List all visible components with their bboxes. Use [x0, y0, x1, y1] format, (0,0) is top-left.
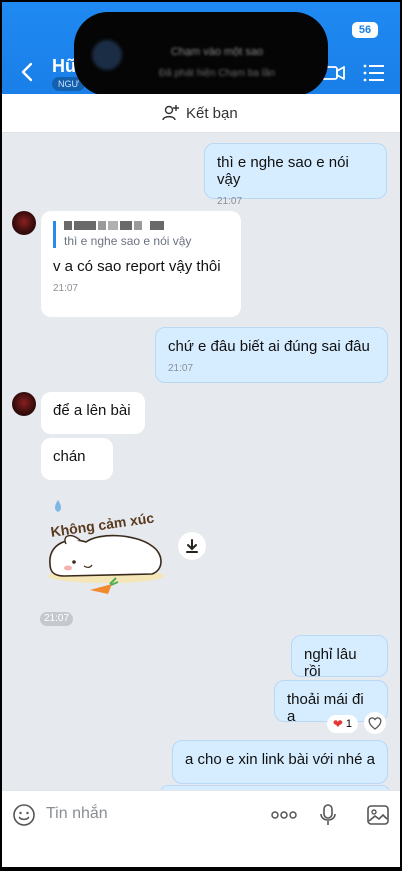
message-text: v a có sao report vậy thôi — [53, 258, 221, 275]
message-bubble-received[interactable]: để a lên bài — [41, 392, 145, 434]
message-input[interactable]: Tin nhắn — [46, 805, 108, 823]
react-button[interactable] — [364, 712, 386, 734]
message-bubble-sent[interactable]: thì e nghe sao e nói vậy 21:07 — [204, 143, 387, 207]
message-time: 21:07 — [168, 363, 194, 374]
message-time: 21:07 — [53, 283, 79, 294]
add-friend-label: Kết bạn — [186, 104, 238, 122]
message-text: chứ e đâu biết ai đúng sai đâu — [168, 338, 370, 355]
emoji-icon[interactable] — [12, 803, 36, 827]
notification-icon — [92, 40, 122, 70]
heart-outline-icon — [368, 717, 382, 730]
microphone-icon[interactable] — [318, 803, 338, 827]
battery-badge: 56 — [352, 22, 378, 38]
contact-avatar[interactable] — [12, 211, 36, 235]
message-text: a cho e xin link bài với nhé a — [185, 751, 375, 768]
download-icon — [186, 539, 198, 553]
sticker-caption: Không cảm xúc — [50, 509, 156, 539]
message-text: để a lên bài — [53, 402, 131, 419]
menu-list-icon[interactable] — [362, 62, 386, 84]
add-friend-icon — [162, 105, 179, 121]
reaction-count: 1 — [345, 718, 352, 730]
heart-reaction-icon: ❤ — [332, 717, 343, 731]
message-input-bar: Tin nhắn — [2, 790, 400, 839]
home-indicator-area — [2, 838, 400, 867]
notification-title: Chạm vào một sao — [170, 46, 264, 58]
message-bubble-sent[interactable]: chứ e đâu biết ai đúng sai đâu 21:07 — [155, 327, 388, 383]
back-arrow-icon[interactable] — [16, 60, 40, 84]
message-text: chán — [53, 448, 86, 465]
message-text: thì e nghe sao e nói vậy — [217, 154, 349, 188]
add-friend-bar[interactable]: Kết bạn — [2, 94, 400, 133]
redacted-sender — [64, 221, 229, 230]
message-bubble-sent[interactable]: nghỉ lâu rồi — [291, 635, 388, 680]
chat-screen: 56 Hữ NGƯ Chạm vào một sao Đã phát hiện … — [2, 2, 400, 867]
notification-banner[interactable]: Chạm vào một sao Đã phát hiện Chạm ba lầ… — [74, 12, 328, 96]
more-options-icon[interactable] — [270, 805, 298, 825]
quoted-message[interactable]: thì e nghe sao e nói vậy — [53, 221, 229, 248]
image-gallery-icon[interactable] — [366, 803, 390, 827]
quoted-text: thì e nghe sao e nói vậy — [64, 234, 192, 248]
message-bubble-received[interactable]: chán — [41, 438, 113, 480]
reaction-badge[interactable]: ❤ 1 — [326, 715, 358, 733]
sticker-bunny[interactable]: Không cảm xúc — [40, 492, 170, 602]
message-bubble-received[interactable]: thì e nghe sao e nói vậy v a có sao repo… — [41, 211, 241, 317]
message-text: nghỉ lâu rồi — [304, 646, 357, 680]
message-time: 21:07 — [217, 196, 243, 207]
download-button[interactable] — [178, 532, 206, 560]
notification-subtitle: Đã phát hiện Chạm ba lần — [158, 68, 276, 79]
contact-avatar[interactable] — [12, 392, 36, 416]
sticker-time: 21:07 — [40, 612, 74, 626]
message-bubble-sent[interactable]: a cho e xin link bài với nhé a — [172, 740, 388, 784]
